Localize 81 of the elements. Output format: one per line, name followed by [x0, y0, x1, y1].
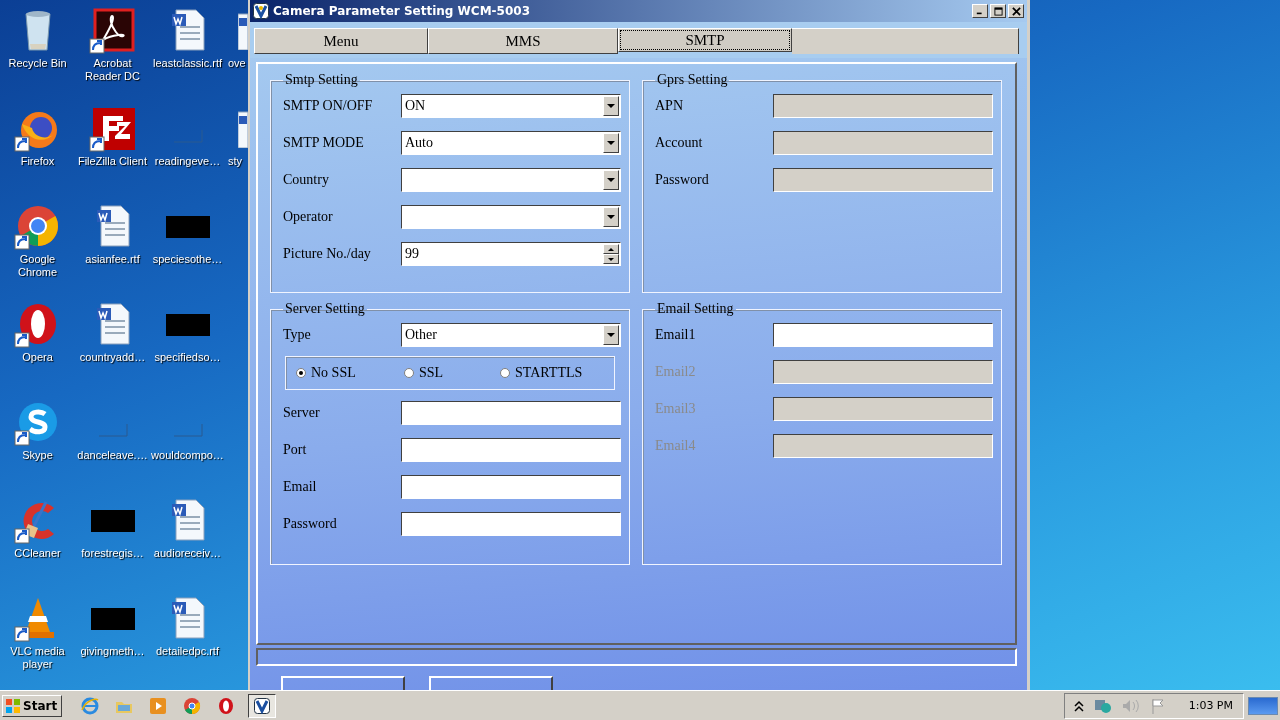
group-title: Server Setting — [284, 301, 366, 317]
icon-label[interactable]: speciesothe… — [151, 253, 224, 266]
app-icon[interactable] — [88, 6, 137, 54]
browser-icon[interactable] — [182, 695, 203, 716]
icon-label[interactable]: Skype — [1, 449, 74, 462]
field-label: Operator — [283, 209, 334, 225]
field-label: Password — [283, 516, 338, 532]
document-icon[interactable] — [238, 108, 248, 148]
show-desktop-button[interactable] — [1248, 696, 1278, 715]
icon-label[interactable]: audioreceiv… — [151, 547, 224, 560]
dropdown[interactable]: Auto — [401, 131, 621, 155]
minimize-button[interactable] — [972, 4, 988, 18]
maximize-icon — [993, 6, 1003, 16]
field-label: Email3 — [655, 401, 697, 417]
icon-label[interactable]: FileZilla Client — [76, 155, 149, 168]
input-field[interactable] — [773, 323, 993, 347]
maximize-button[interactable] — [990, 4, 1006, 18]
field-label: Password — [655, 172, 710, 188]
icon-label[interactable]: sty — [225, 155, 243, 168]
radio-button[interactable] — [296, 368, 306, 378]
icon-label[interactable]: specifiedso… — [151, 351, 224, 364]
icon-label[interactable]: danceleave.… — [76, 449, 149, 462]
tab[interactable]: SMTP — [618, 28, 792, 52]
icon-label[interactable]: ove — [225, 57, 246, 70]
field-label: Account — [655, 135, 704, 151]
field-label: Server — [283, 405, 321, 421]
dropdown[interactable] — [401, 168, 621, 192]
group-title: Smtp Setting — [284, 72, 359, 88]
icon-label[interactable]: detailedpc.rtf — [151, 645, 224, 658]
field-label: Email — [283, 479, 318, 495]
app-icon — [254, 697, 271, 714]
icon-label[interactable]: wouldcompo… — [151, 449, 224, 462]
field-label: APN — [655, 98, 684, 114]
tab[interactable]: Menu — [254, 28, 428, 54]
four-squares-icon — [5, 697, 21, 714]
app-icon — [253, 3, 269, 19]
radio-label[interactable]: SSL — [419, 365, 444, 381]
icon-label[interactable]: CCleaner — [1, 547, 74, 560]
start-button[interactable]: Start — [2, 694, 63, 717]
taskbar-app-button[interactable] — [248, 693, 277, 718]
field-label: Country — [283, 172, 330, 188]
field-label: SMTP ON/OFF — [283, 98, 374, 114]
field-label: Picture No./day — [283, 246, 372, 262]
field-label: Email2 — [655, 364, 697, 380]
input-field[interactable] — [401, 475, 621, 499]
radio-label[interactable]: STARTTLS — [515, 365, 583, 381]
document-icon[interactable] — [238, 10, 248, 50]
field-label: Email4 — [655, 438, 697, 454]
icon-label[interactable]: VLC media player — [1, 645, 74, 671]
icon-label[interactable]: Google Chrome — [1, 253, 74, 279]
group-title: Email Setting — [656, 301, 735, 317]
icon-label[interactable]: readingeve… — [151, 155, 224, 168]
clock[interactable]: 1:03 PM — [1188, 699, 1233, 712]
radio-button[interactable] — [404, 368, 414, 378]
input-field[interactable] — [401, 438, 621, 462]
input-field[interactable] — [401, 512, 621, 536]
icon-label[interactable]: countryadd… — [76, 351, 149, 364]
dropdown[interactable]: ON — [401, 94, 621, 118]
group-title: Gprs Setting — [656, 72, 729, 88]
icon-label[interactable]: asianfee.rtf — [76, 253, 149, 266]
close-icon — [1011, 6, 1021, 16]
window-title: Camera Parameter Setting WCM-5003 — [273, 4, 530, 18]
icon-label[interactable]: Recycle Bin — [1, 57, 74, 70]
icon-label[interactable]: Acrobat Reader DC — [76, 57, 149, 83]
radio-button[interactable] — [500, 368, 510, 378]
tab[interactable]: MMS — [428, 28, 618, 54]
field-label: Port — [283, 442, 308, 458]
close-button[interactable] — [1008, 4, 1024, 18]
input-field[interactable] — [401, 401, 621, 425]
radio-label[interactable]: No SSL — [311, 365, 356, 381]
icon-label[interactable]: forestregis… — [76, 547, 149, 560]
dropdown[interactable]: Other — [401, 323, 621, 347]
field-label: Email1 — [655, 327, 697, 343]
icon-label[interactable]: givingmeth… — [76, 645, 149, 658]
field-label: SMTP MODE — [283, 135, 365, 151]
dropdown[interactable] — [401, 205, 621, 229]
field-label: Type — [283, 327, 312, 343]
icon-label[interactable]: Opera — [1, 351, 74, 364]
icon-label[interactable]: leastclassic.rtf — [151, 57, 224, 70]
icon-label[interactable]: Firefox — [1, 155, 74, 168]
spin-field[interactable]: 99 — [401, 242, 621, 266]
